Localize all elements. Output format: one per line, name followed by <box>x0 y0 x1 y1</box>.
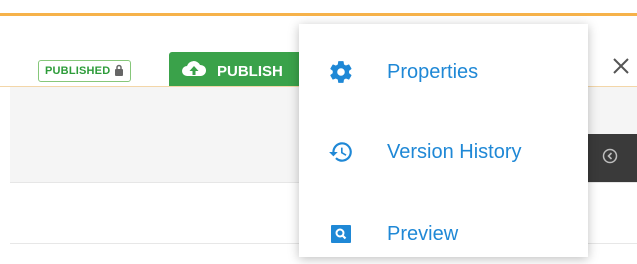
publish-button-label: PUBLISH <box>217 62 283 80</box>
menu-item-preview[interactable]: Preview <box>299 204 588 264</box>
side-panel-toggle[interactable] <box>588 134 637 182</box>
menu-item-label: Preview <box>387 222 459 245</box>
menu-item-label: Version History <box>387 140 522 163</box>
status-badge: PUBLISHED <box>38 60 132 82</box>
menu-item-version-history[interactable]: Version History <box>299 122 588 182</box>
menu-item-label: Properties <box>387 60 479 83</box>
cloud-upload-icon <box>181 60 207 82</box>
publish-button[interactable]: PUBLISH <box>169 52 309 90</box>
lock-icon <box>114 64 124 79</box>
close-icon <box>612 57 630 80</box>
chevron-left-circle-icon <box>602 148 618 169</box>
search-icon <box>325 218 357 250</box>
status-badge-label: PUBLISHED <box>45 65 111 77</box>
actions-dropdown-menu: Properties Version History Preview <box>299 24 588 257</box>
gear-icon <box>325 56 357 88</box>
close-button[interactable] <box>610 56 632 80</box>
menu-item-properties[interactable]: Properties <box>299 42 588 102</box>
history-icon <box>325 136 357 168</box>
